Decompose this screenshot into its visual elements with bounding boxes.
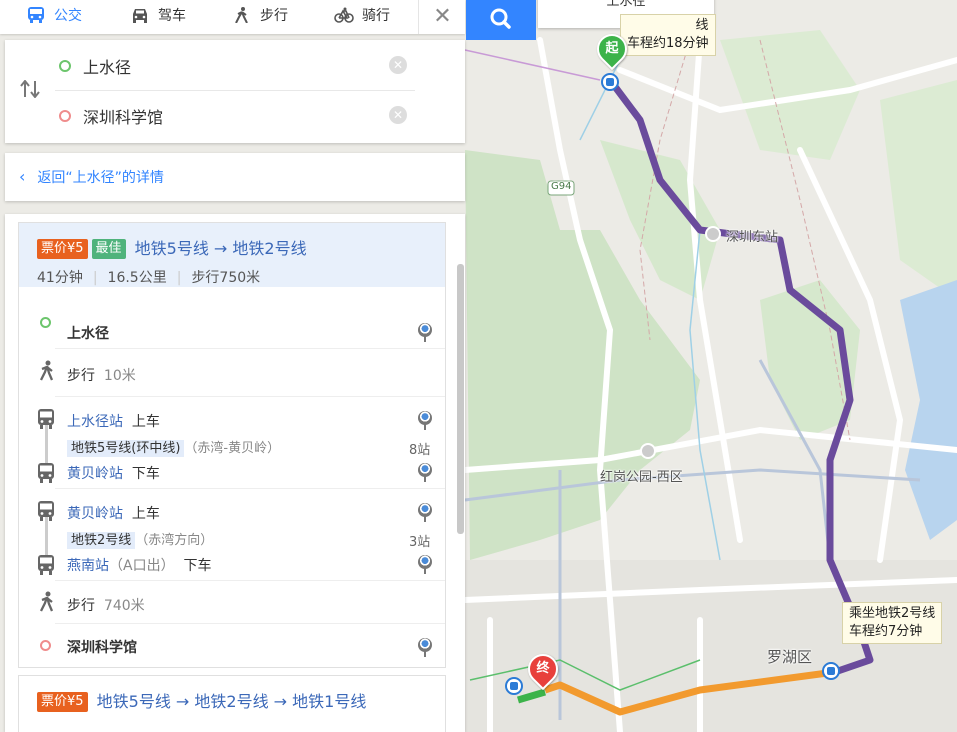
- step-walk-1: 步行 10米: [19, 349, 445, 395]
- location-pin-icon[interactable]: [418, 503, 432, 522]
- distance: 16.5公里: [107, 270, 167, 286]
- location-pin-icon[interactable]: [418, 463, 432, 482]
- route-scheme-2[interactable]: 票价¥5 地铁5号线 → 地铁2号线 → 地铁1号线: [18, 675, 446, 732]
- metro-icon: [38, 501, 54, 521]
- location-pin-icon[interactable]: [418, 323, 432, 342]
- walk-label: 步行: [67, 368, 95, 384]
- stop-count: 3站: [409, 535, 431, 550]
- close-icon: ✕: [433, 4, 452, 29]
- line-name[interactable]: 地铁2号线: [67, 532, 136, 549]
- search-icon: [490, 8, 511, 29]
- route-input-box: ✕ ✕: [5, 40, 465, 143]
- bus-icon: [28, 7, 44, 23]
- scheme-title[interactable]: 地铁5号线 → 地铁2号线 → 地铁1号线: [97, 692, 367, 711]
- map-station-icon[interactable]: [822, 662, 840, 680]
- bike-icon: [334, 7, 354, 23]
- car-icon: [133, 9, 147, 23]
- tab-drive[interactable]: 驾车: [130, 0, 186, 34]
- scheme-stats: 41分钟 | 16.5公里 | 步行750米: [37, 270, 261, 286]
- destination-input[interactable]: [81, 102, 375, 130]
- tab-bike[interactable]: 骑行: [334, 0, 390, 34]
- tab-walk[interactable]: 步行: [232, 0, 288, 34]
- road-shield: G94: [551, 181, 572, 192]
- step-origin: 上水径: [19, 299, 445, 345]
- walk-icon: [39, 360, 54, 381]
- board-action: 上车: [131, 414, 160, 430]
- scheme-title[interactable]: 地铁5号线 → 地铁2号线: [135, 239, 307, 258]
- search-button[interactable]: [466, 0, 536, 40]
- walk-distance: 10米: [103, 368, 136, 384]
- tab-transit[interactable]: 公交: [26, 0, 82, 34]
- walk-icon: [235, 7, 248, 23]
- board-action: 上车: [131, 506, 160, 522]
- map-station-icon[interactable]: [601, 73, 619, 91]
- step-transit-1: 上水径站 上车 地铁5号线(环中线) （赤湾-黄贝岭） 8站 黄贝岭站 下车: [19, 397, 445, 487]
- alight-station[interactable]: 燕南站: [67, 558, 109, 574]
- results-panel[interactable]: 票价¥5 最佳 地铁5号线 → 地铁2号线 41分钟 | 16.5公里 | 步行750米 …: [5, 214, 465, 732]
- destination-dot-icon: [59, 110, 71, 122]
- scheme-header[interactable]: 票价¥5 最佳 地铁5号线 → 地铁2号线 41分钟 | 16.5公里 | 步行750米: [19, 223, 445, 287]
- walk-distance: 步行750米: [191, 270, 261, 286]
- swap-icon[interactable]: [19, 79, 41, 103]
- step-transit-2: 黄贝岭站 上车 地铁2号线 （赤湾方向） 3站 燕南站（A口出） 下车: [19, 489, 445, 579]
- board-station[interactable]: 上水径站: [67, 414, 123, 430]
- duration: 41分钟: [37, 270, 83, 286]
- stop-count: 8站: [409, 443, 431, 458]
- line-direction: （赤湾方向）: [135, 533, 214, 548]
- route-scheme-1[interactable]: 票价¥5 最佳 地铁5号线 → 地铁2号线 41分钟 | 16.5公里 | 步行750米 …: [18, 222, 446, 668]
- location-pin-icon[interactable]: [418, 411, 432, 430]
- origin-dot-icon: [40, 317, 51, 328]
- travel-mode-bar: 公交 驾车 步行 骑行 ✕: [0, 0, 465, 34]
- map-label-district: 罗湖区: [767, 648, 813, 666]
- map-label-park: 红岗公园-西区: [600, 470, 683, 485]
- map-station-icon[interactable]: [505, 677, 523, 695]
- walk-icon: [39, 591, 54, 612]
- destination-field: ✕: [55, 92, 415, 140]
- alight-station[interactable]: 黄贝岭站: [67, 466, 123, 482]
- line-direction: （赤湾-黄贝岭）: [184, 441, 281, 456]
- origin-input[interactable]: [81, 52, 375, 80]
- back-link[interactable]: ‹ 返回“上水径”的详情: [5, 153, 465, 201]
- board-station[interactable]: 黄贝岭站: [67, 506, 123, 522]
- price-badge: 票价¥5: [37, 239, 88, 259]
- destination-dot-icon: [40, 640, 51, 651]
- map-tip-end: 乘坐地铁2号线 车程约7分钟: [842, 602, 943, 644]
- line-name[interactable]: 地铁5号线(环中线): [67, 440, 185, 457]
- exit-info: （A口出）: [109, 558, 175, 574]
- scheme-header[interactable]: 票价¥5 地铁5号线 → 地铁2号线 → 地铁1号线: [19, 676, 445, 732]
- location-pin-icon[interactable]: [418, 555, 432, 574]
- chevron-left-icon: ‹: [19, 167, 26, 186]
- walk-distance: 740米: [103, 598, 145, 614]
- clear-destination-icon[interactable]: ✕: [389, 106, 407, 124]
- alight-action: 下车: [131, 466, 160, 482]
- map-tip-start: 线 车程约18分钟: [620, 14, 716, 56]
- location-pin-icon[interactable]: [418, 638, 432, 657]
- origin-name: 上水径: [67, 326, 109, 342]
- walk-label: 步行: [67, 598, 95, 614]
- metro-icon: [38, 555, 54, 575]
- origin-field: ✕: [55, 42, 415, 91]
- results-scrollbar[interactable]: [457, 264, 464, 534]
- alight-action: 下车: [183, 558, 212, 574]
- back-link-text: 返回“上水径”的详情: [37, 170, 164, 186]
- map-label-station: 深圳东站: [726, 230, 779, 245]
- close-button[interactable]: ✕: [418, 0, 466, 34]
- origin-dot-icon: [59, 60, 71, 72]
- step-walk-2: 步行 740米: [19, 581, 445, 623]
- best-badge: 最佳: [91, 239, 126, 259]
- clear-origin-icon[interactable]: ✕: [389, 56, 407, 74]
- step-destination: 深圳科学馆: [19, 624, 445, 666]
- destination-name: 深圳科学馆: [67, 640, 137, 656]
- metro-icon: [38, 463, 54, 483]
- metro-icon: [38, 409, 54, 429]
- price-badge: 票价¥5: [37, 692, 88, 712]
